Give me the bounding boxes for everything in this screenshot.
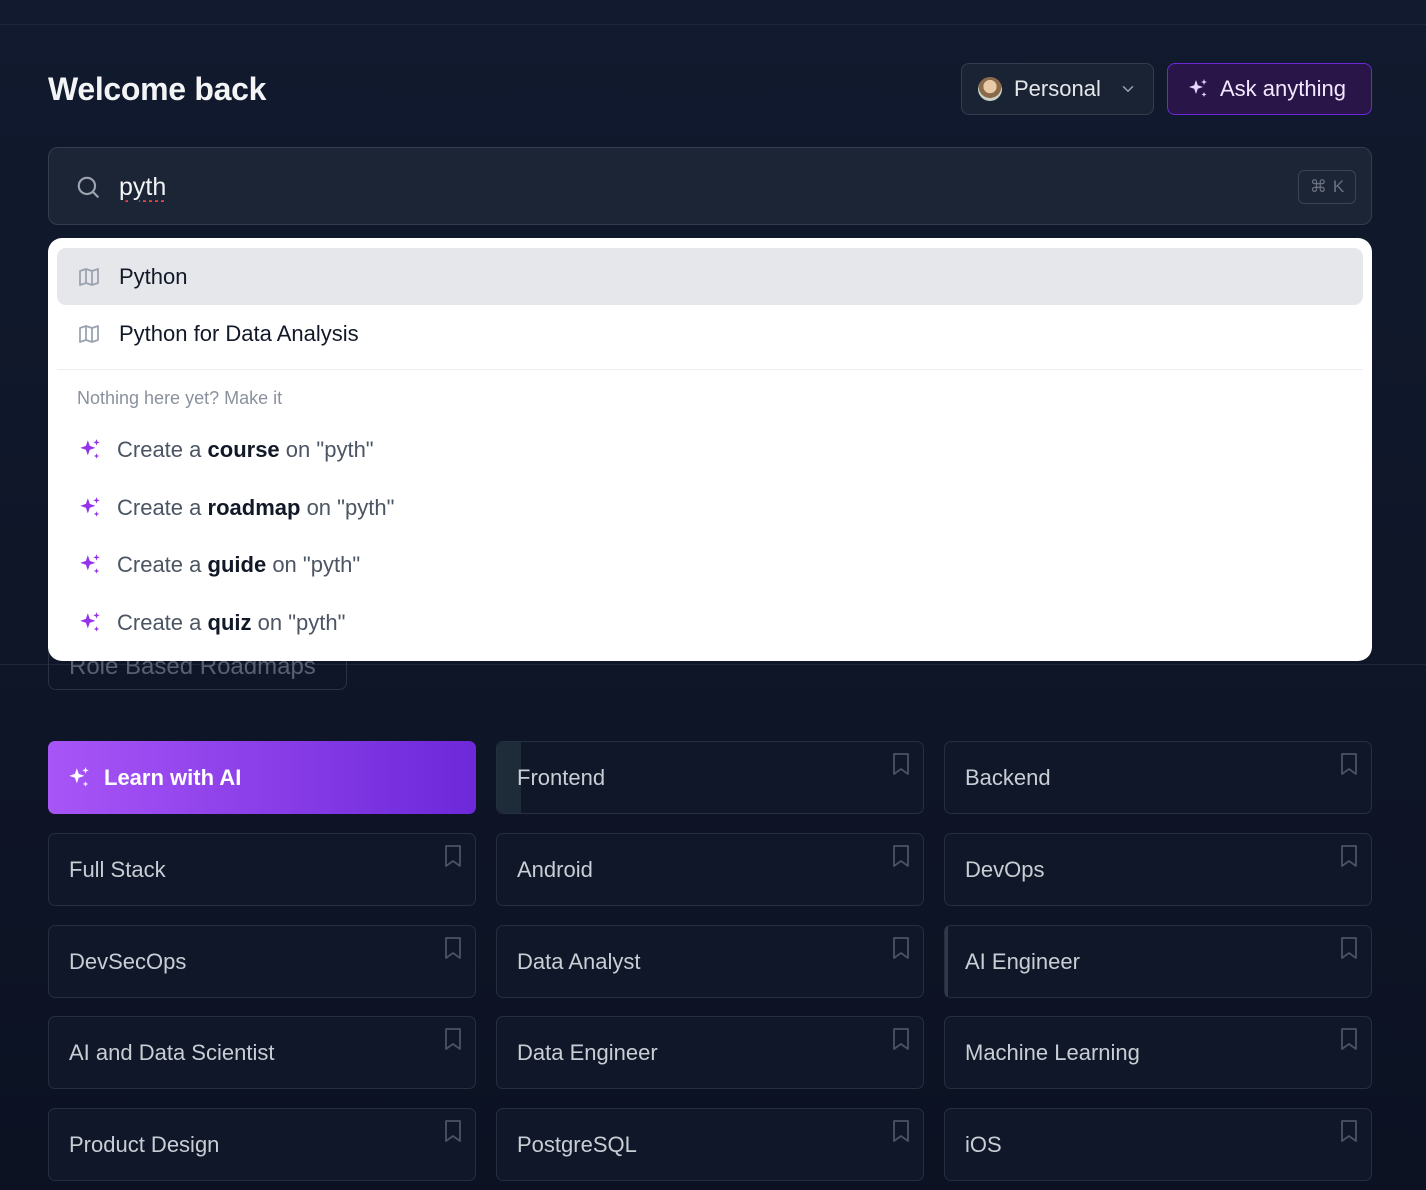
bookmark-icon[interactable] — [1339, 1119, 1359, 1143]
roadmap-card-ai-engineer[interactable]: AI Engineer — [944, 925, 1372, 998]
roadmap-card-ai-and-data-scientist[interactable]: AI and Data Scientist — [48, 1016, 476, 1089]
search-result-label: Python — [119, 263, 188, 289]
chevron-down-icon — [1122, 86, 1134, 92]
roadmap-card-product-design[interactable]: Product Design — [48, 1108, 476, 1181]
sparkles-icon — [80, 439, 100, 459]
create-option-text: Create a guide on "pyth" — [117, 552, 361, 577]
roadmap-card-label: Machine Learning — [965, 1039, 1140, 1065]
roadmap-card-label: Full Stack — [69, 856, 166, 882]
bookmark-icon[interactable] — [443, 1119, 463, 1143]
bookmark-icon[interactable] — [891, 844, 911, 868]
create-course-option[interactable]: Create a course on "pyth" — [77, 430, 374, 470]
bookmark-icon[interactable] — [1339, 1027, 1359, 1051]
keyboard-shortcut-badge: ⌘ K — [1298, 170, 1356, 204]
bookmark-icon[interactable] — [1339, 936, 1359, 960]
roadmap-card-label: Android — [517, 856, 593, 882]
search-results-dropdown: Python Python for Data Analysis Nothing … — [48, 238, 1372, 661]
account-label: Personal — [1014, 76, 1101, 101]
sparkles-icon — [69, 766, 89, 787]
create-guide-option[interactable]: Create a guide on "pyth" — [77, 545, 360, 585]
sparkles-icon — [1189, 79, 1207, 97]
search-input[interactable] — [119, 170, 1269, 204]
sparkles-icon — [80, 497, 100, 517]
bookmark-icon[interactable] — [891, 936, 911, 960]
map-icon — [79, 267, 99, 286]
search-result-label: Python for Data Analysis — [119, 320, 359, 346]
roadmap-card-label: iOS — [965, 1131, 1002, 1157]
create-roadmap-option[interactable]: Create a roadmap on "pyth" — [77, 488, 394, 528]
roadmap-card-full-stack[interactable]: Full Stack — [48, 833, 476, 906]
ask-anything-label: Ask anything — [1220, 76, 1346, 101]
roadmap-card-ios[interactable]: iOS — [944, 1108, 1372, 1181]
account-switcher-button[interactable]: Personal — [961, 63, 1154, 115]
bookmark-icon[interactable] — [1339, 752, 1359, 776]
roadmap-card-frontend[interactable]: Frontend — [496, 741, 924, 814]
learn-with-ai-label: Learn with AI — [104, 764, 242, 790]
bookmark-icon[interactable] — [891, 1119, 911, 1143]
bookmark-icon[interactable] — [1339, 844, 1359, 868]
roadmap-card-devsecops[interactable]: DevSecOps — [48, 925, 476, 998]
create-option-text: Create a quiz on "pyth" — [117, 610, 346, 635]
create-section-label: Nothing here yet? Make it — [77, 388, 283, 408]
sparkles-icon — [80, 554, 100, 574]
shortcut-key: K — [1332, 177, 1345, 196]
search-result-item[interactable]: Python — [57, 248, 1363, 305]
roadmap-card-android[interactable]: Android — [496, 833, 924, 906]
dropdown-divider — [57, 369, 1363, 370]
ask-anything-button[interactable]: Ask anything — [1167, 63, 1372, 115]
create-quiz-option[interactable]: Create a quiz on "pyth" — [77, 603, 345, 643]
learn-with-ai-button[interactable]: Learn with AI — [48, 741, 476, 814]
search-bar: ⌘ K — [48, 147, 1372, 225]
create-option-text: Create a roadmap on "pyth" — [117, 495, 395, 520]
roadmap-card-data-engineer[interactable]: Data Engineer — [496, 1016, 924, 1089]
roadmap-card-label: Data Engineer — [517, 1039, 658, 1065]
roadmap-card-label: PostgreSQL — [517, 1131, 637, 1157]
bookmark-icon[interactable] — [443, 1027, 463, 1051]
roadmap-card-label: Backend — [965, 764, 1051, 790]
roadmap-card-postgresql[interactable]: PostgreSQL — [496, 1108, 924, 1181]
bookmark-icon[interactable] — [891, 752, 911, 776]
bookmark-icon[interactable] — [443, 936, 463, 960]
top-divider — [0, 24, 1426, 25]
roadmap-card-label: AI and Data Scientist — [69, 1039, 275, 1065]
map-icon — [79, 324, 99, 343]
create-option-text: Create a course on "pyth" — [117, 437, 374, 462]
roadmap-card-label: AI Engineer — [965, 948, 1080, 974]
search-result-item[interactable]: Python for Data Analysis — [57, 305, 1363, 362]
bookmark-icon[interactable] — [443, 844, 463, 868]
page: Welcome back Personal Ask anything ⌘ K P… — [0, 0, 1426, 1190]
roadmap-card-data-analyst[interactable]: Data Analyst — [496, 925, 924, 998]
bookmark-icon[interactable] — [891, 1027, 911, 1051]
avatar — [978, 77, 1002, 101]
roadmap-card-backend[interactable]: Backend — [944, 741, 1372, 814]
roadmap-card-label: Data Analyst — [517, 948, 641, 974]
command-key: ⌘ — [1309, 177, 1327, 196]
roadmap-card-label: Product Design — [69, 1131, 220, 1157]
roadmap-card-label: Frontend — [517, 764, 606, 790]
roadmap-card-label: DevSecOps — [69, 948, 187, 974]
search-icon — [77, 176, 99, 198]
roadmap-card-machine-learning[interactable]: Machine Learning — [944, 1016, 1372, 1089]
sparkles-icon — [80, 612, 100, 632]
roadmap-card-label: DevOps — [965, 856, 1045, 882]
page-title: Welcome back — [48, 71, 267, 107]
roadmap-card-devops[interactable]: DevOps — [944, 833, 1372, 906]
progress-fill — [945, 926, 948, 997]
